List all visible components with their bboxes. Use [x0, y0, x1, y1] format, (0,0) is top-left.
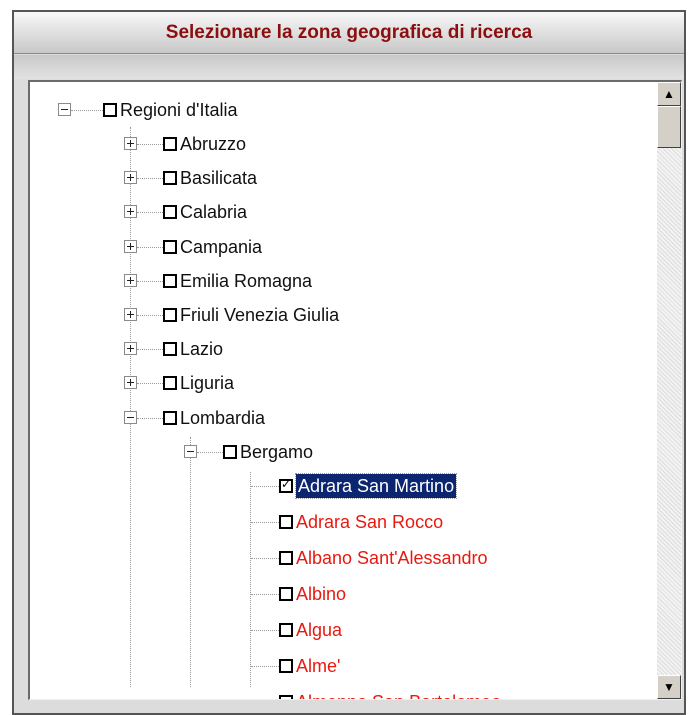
region-checkbox[interactable]: [163, 239, 177, 254]
comune-label: Adrara San Martino: [294, 473, 458, 499]
tree-node-region[interactable]: Emilia Romagna: [30, 269, 650, 293]
tree-connector: [137, 178, 163, 180]
region-label: Basilicata: [180, 168, 258, 189]
collapse-icon[interactable]: [184, 445, 197, 458]
tree-connector: [137, 418, 163, 419]
tree-connector: [251, 666, 279, 667]
region-checkbox[interactable]: [163, 376, 177, 391]
comune-label: Albino: [296, 584, 347, 604]
region-checkbox[interactable]: [163, 205, 177, 220]
region-label: Emilia Romagna: [180, 270, 313, 291]
expand-icon[interactable]: [124, 205, 137, 219]
expand-icon[interactable]: [124, 239, 137, 253]
checkbox-root[interactable]: [103, 103, 117, 117]
triangle-up-icon: ▲: [663, 87, 675, 101]
tree-connector: [251, 630, 279, 631]
scroll-thumb[interactable]: [657, 106, 681, 148]
region-label: Friuli Venezia Giulia: [180, 305, 340, 325]
scroll-down-button[interactable]: ▼: [657, 675, 681, 699]
tree-node-comune[interactable]: Alme': [30, 654, 650, 678]
tree-node-comune[interactable]: Almenno San Bartolomeo: [30, 690, 650, 699]
tree-node-comune[interactable]: Algua: [30, 618, 650, 642]
region-label: Campania: [180, 236, 263, 257]
tree-connector: [251, 558, 279, 559]
comune-checkbox[interactable]: [279, 623, 293, 637]
comune-checkbox[interactable]: [279, 515, 293, 529]
region-label: Calabria: [180, 202, 248, 223]
region-checkbox[interactable]: [163, 308, 177, 322]
checkbox-bergamo[interactable]: [223, 445, 237, 459]
triangle-down-icon: ▼: [663, 680, 675, 694]
tree-node-region[interactable]: Basilicata: [30, 166, 650, 190]
tree-connector: [251, 594, 279, 595]
tree-connector: [137, 212, 163, 214]
node-label-lombardia: Lombardia: [180, 408, 266, 428]
panel-title: Selezionare la zona geografica di ricerc…: [14, 12, 684, 54]
comune-checkbox[interactable]: [279, 477, 293, 493]
region-checkbox[interactable]: [163, 171, 177, 186]
region-tree[interactable]: Regioni d'Italia Abruzzo Basilicata Calabr…: [28, 80, 682, 700]
comune-checkbox[interactable]: [279, 659, 293, 673]
checkbox-lombardia[interactable]: [163, 411, 177, 425]
comune-checkbox[interactable]: [279, 587, 293, 601]
vertical-scrollbar[interactable]: ▲ ▼: [657, 82, 681, 699]
title-spacer: [14, 55, 684, 79]
region-label: Liguria: [180, 373, 235, 394]
tree-connector: [137, 315, 163, 316]
collapse-icon[interactable]: [124, 411, 137, 424]
comune-label: Adrara San Rocco: [296, 512, 444, 532]
tree-connector: [137, 280, 163, 282]
tree-connector: [251, 522, 279, 523]
tree-node-region[interactable]: Abruzzo: [30, 132, 650, 156]
tree-connector: [137, 383, 163, 385]
region-label: Abruzzo: [180, 134, 247, 154]
tree-node-region[interactable]: Lazio: [30, 337, 650, 361]
expand-icon[interactable]: [124, 308, 137, 321]
tree-connector: [197, 452, 223, 453]
node-label-root: Regioni d'Italia: [120, 100, 238, 120]
tree-node-region[interactable]: Friuli Venezia Giulia: [30, 303, 650, 327]
tree-node-comune[interactable]: Albano Sant'Alessandro: [30, 546, 650, 570]
tree-node-region-lombardia[interactable]: Lombardia: [30, 406, 650, 430]
expand-icon[interactable]: [124, 171, 137, 185]
tree-connector: [137, 349, 163, 351]
collapse-icon[interactable]: [58, 103, 71, 116]
tree-node-comune[interactable]: Adrara San Rocco: [30, 510, 650, 534]
expand-icon[interactable]: [124, 137, 137, 150]
region-checkbox[interactable]: [163, 342, 177, 357]
comune-label: Albano Sant'Alessandro: [296, 548, 488, 568]
tree-node-comune[interactable]: Albino: [30, 582, 650, 606]
tree-connector: [137, 144, 163, 145]
comune-label: Almenno San Bartolomeo: [296, 690, 501, 699]
region-label: Lazio: [180, 339, 224, 360]
tree-node-region[interactable]: Campania: [30, 235, 650, 259]
comune-checkbox[interactable]: [279, 551, 293, 565]
node-label-bergamo: Bergamo: [240, 442, 314, 462]
tree-node-province-bergamo[interactable]: Bergamo: [30, 440, 650, 464]
comune-checkbox[interactable]: [279, 695, 293, 699]
tree-connector: [137, 246, 163, 248]
tree-connector: [251, 486, 279, 487]
expand-icon[interactable]: [124, 342, 137, 356]
expand-icon[interactable]: [124, 376, 137, 390]
scroll-up-button[interactable]: ▲: [657, 82, 681, 106]
region-checkbox[interactable]: [163, 137, 177, 151]
tree-node-region[interactable]: Calabria: [30, 200, 650, 224]
comune-label: Algua: [296, 620, 343, 640]
tree-node-region[interactable]: Liguria: [30, 371, 650, 395]
region-checkbox[interactable]: [163, 273, 177, 288]
comune-label: Alme': [296, 656, 341, 676]
geo-zone-panel: Selezionare la zona geografica di ricerc…: [12, 10, 686, 715]
expand-icon[interactable]: [124, 273, 137, 287]
tree-node-comune[interactable]: Adrara San Martino: [30, 473, 650, 499]
tree-connector: [71, 110, 103, 111]
tree-node-root[interactable]: Regioni d'Italia: [30, 98, 650, 122]
